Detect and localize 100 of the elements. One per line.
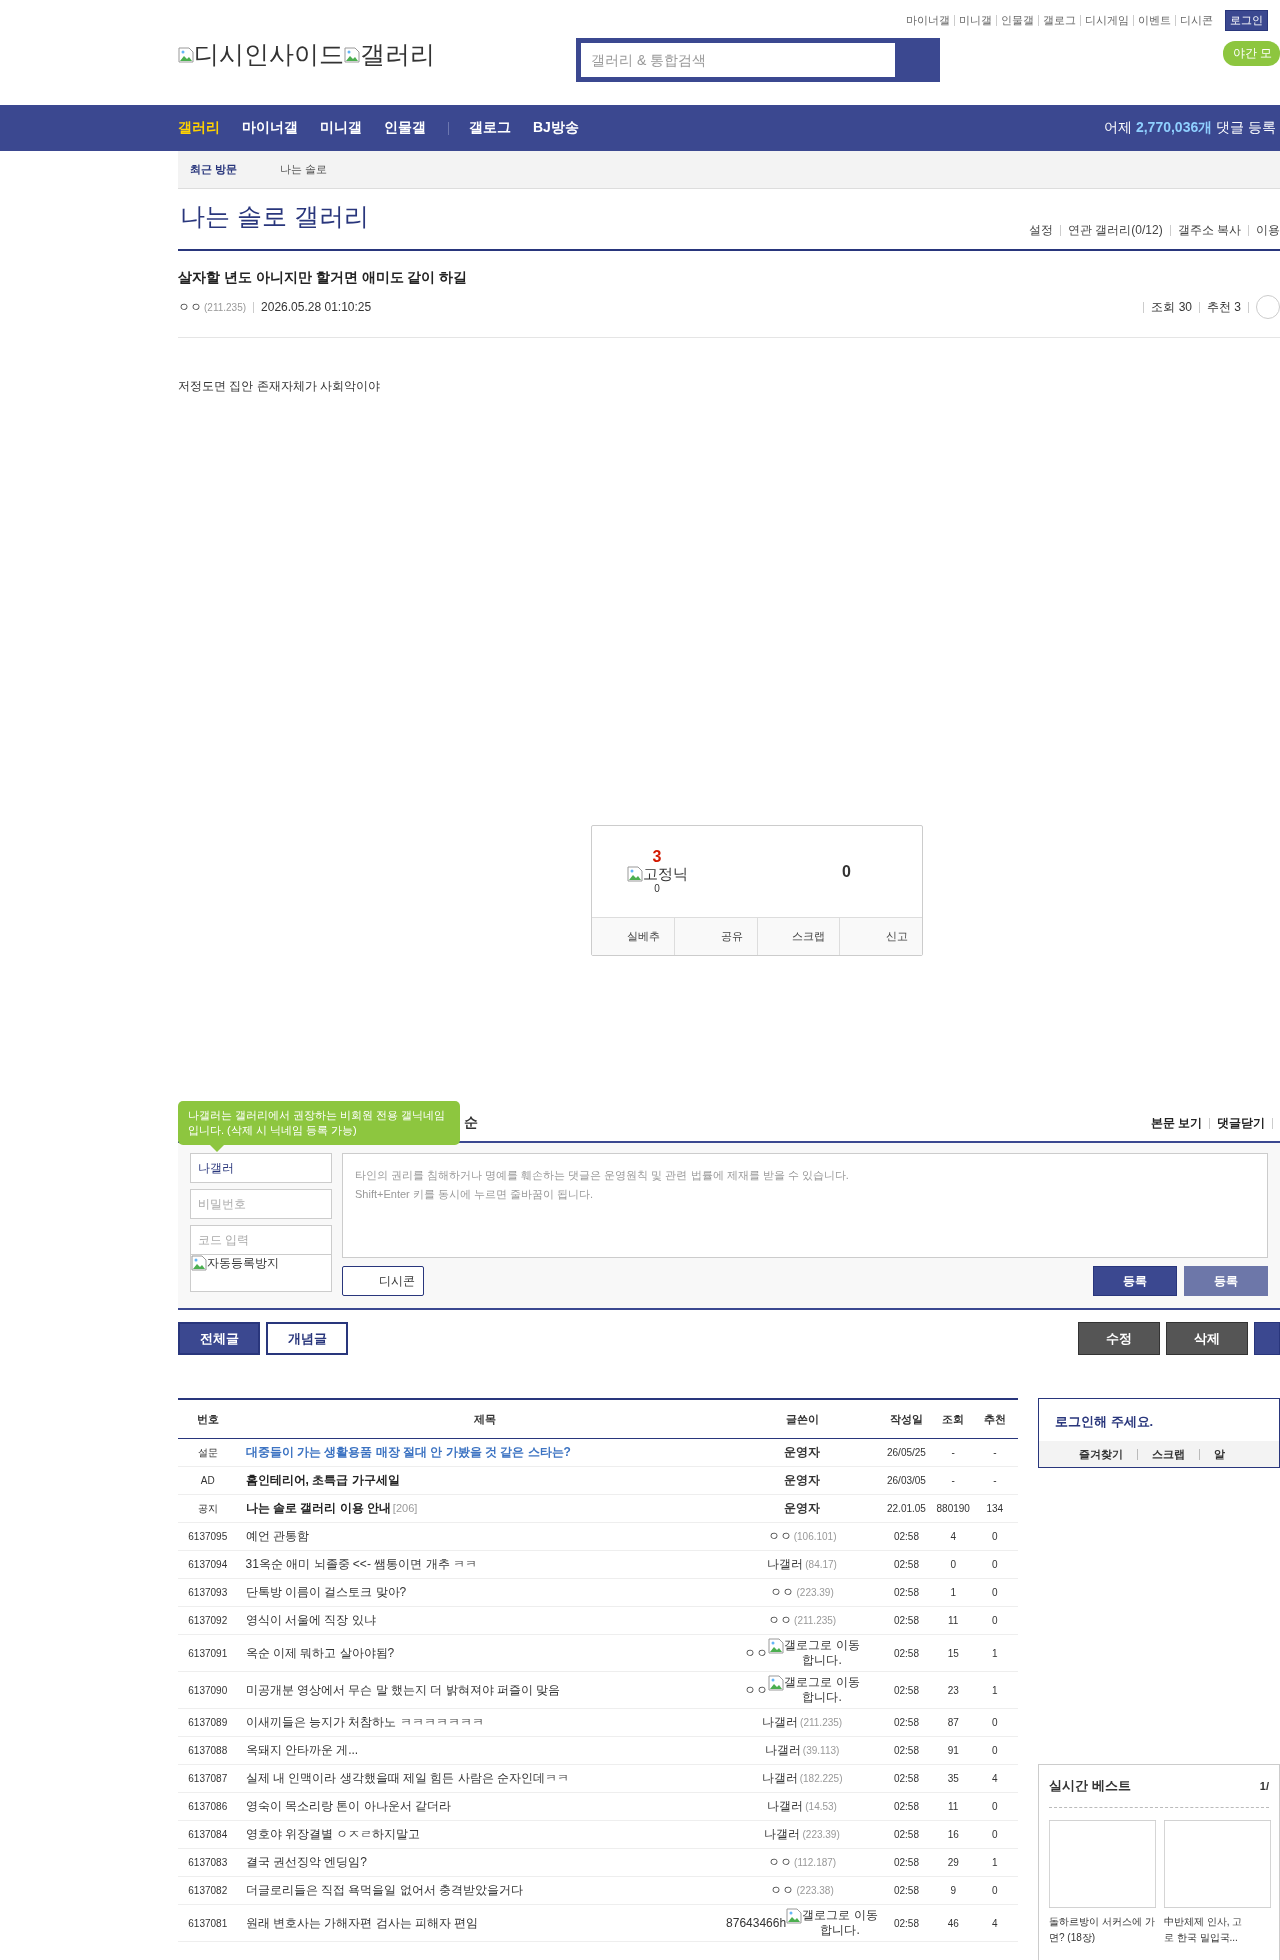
- comment-placeholder: 타인의 권리를 침해하거나 명예를 훼손하는 댓글은 운영원칙 및 관련 법률에 제재를 받을 수 있습니다.: [355, 1168, 850, 1183]
- post-body: 저정도면 집안 존재자체가 사회악이야: [178, 378, 381, 395]
- post-link[interactable]: 단톡방 이름이 걸스토크 맞아?: [245, 1585, 407, 1599]
- comment-stat: 어제 2,770,036개 댓글 등록: [1104, 119, 1276, 137]
- top-link[interactable]: 마이너갤: [906, 13, 950, 28]
- post-number: 6137084: [178, 1820, 238, 1849]
- writer-name[interactable]: ㅇㅇ: [768, 1612, 793, 1629]
- login-link[interactable]: 알: [1214, 1446, 1225, 1462]
- writer-name[interactable]: 운영자: [784, 1472, 821, 1489]
- nav-item[interactable]: 미니갤: [320, 119, 362, 137]
- post-link[interactable]: 원래 변호사는 가해자편 검사는 피해자 편임: [245, 1915, 479, 1930]
- list-tab[interactable]: 전체글: [178, 1322, 260, 1355]
- post-link[interactable]: 영식이 서울에 직장 있냐: [245, 1613, 376, 1627]
- writer-name[interactable]: 운영자: [784, 1444, 821, 1461]
- login-link[interactable]: 즐겨찾기: [1079, 1446, 1123, 1462]
- post-link[interactable]: 이새끼들은 능지가 처참하노 ㅋㅋㅋㅋㅋㅋㅋ: [245, 1715, 484, 1729]
- post-action-button[interactable]: 신고: [839, 918, 922, 955]
- login-button[interactable]: 로그인: [1225, 10, 1268, 31]
- column-header: 조회: [934, 1399, 972, 1439]
- top-link[interactable]: 인물갤: [1001, 13, 1034, 28]
- search-button[interactable]: [895, 41, 937, 79]
- gallery-title[interactable]: 나는 솔로 갤러리: [180, 200, 1029, 233]
- write-button[interactable]: [1254, 1322, 1280, 1355]
- post-link[interactable]: 홈인테리어, 초특급 가구세일: [245, 1473, 400, 1487]
- password-field[interactable]: 비밀번호: [190, 1189, 332, 1219]
- writer-name[interactable]: 나갤러: [764, 1826, 801, 1843]
- writer-ip: (223.39): [796, 1587, 834, 1598]
- post-link[interactable]: 영숙이 목소리랑 톤이 아나운서 같더라: [245, 1799, 451, 1813]
- writer-name[interactable]: 나갤러: [762, 1714, 799, 1731]
- writer-ip: (106.101): [793, 1531, 837, 1542]
- gallery-link[interactable]: 이용: [1256, 222, 1280, 239]
- post-action-button[interactable]: 공유: [673, 918, 757, 955]
- writer-name[interactable]: 나갤러: [764, 1742, 801, 1759]
- gallog-link[interactable]: 갤로그로 이동합니다.: [768, 1635, 861, 1671]
- gallery-link[interactable]: 설정: [1028, 222, 1053, 239]
- fixed-nick-count: 0: [654, 883, 660, 894]
- top-link[interactable]: 이벤트: [1138, 13, 1171, 28]
- submit-recommend-button[interactable]: 등록: [1184, 1266, 1268, 1296]
- comment-link[interactable]: 본문 보기: [1150, 1114, 1202, 1132]
- writer-name[interactable]: ㅇㅇ: [744, 1681, 769, 1699]
- search-field[interactable]: 갤러리 & 통합검색: [576, 38, 940, 82]
- view-count: 11: [934, 1792, 972, 1821]
- post-link[interactable]: 대중들이 가는 생활용품 매장 절대 안 가봤을 것 같은 스타는?: [245, 1445, 571, 1459]
- post-link[interactable]: 영호야 위장결별 ㅇㅈㄹ하지말고: [245, 1827, 421, 1841]
- submit-button[interactable]: 등록: [1093, 1266, 1177, 1296]
- writer-name[interactable]: ㅇㅇ: [770, 1584, 795, 1601]
- post-link[interactable]: 옥돼지 안타까운 게...: [245, 1743, 359, 1757]
- post-link[interactable]: 미공개분 영상에서 무슨 말 했는지 더 밝혀져야 퍼즐이 맞음: [245, 1682, 561, 1697]
- post-edit-button[interactable]: 수정: [1078, 1322, 1160, 1355]
- nav-item[interactable]: 마이너갤: [242, 119, 298, 137]
- recent-item[interactable]: 나는 솔로: [280, 162, 328, 177]
- writer-name[interactable]: 나갤러: [761, 1770, 798, 1787]
- writer-name[interactable]: ㅇㅇ: [770, 1882, 795, 1899]
- post-number: 6137089: [178, 1708, 238, 1737]
- writer-name[interactable]: ㅇㅇ: [768, 1854, 793, 1871]
- post-link[interactable]: 31옥순 애미 뇌졸중 <<- 쌤통이면 개추 ㅋㅋ: [245, 1557, 477, 1571]
- post-link[interactable]: 예언 관통함: [245, 1529, 309, 1543]
- column-header: 추천: [971, 1399, 1018, 1439]
- post-link[interactable]: 옥순 이제 뭐하고 살아야됨?: [245, 1645, 395, 1660]
- post-writer[interactable]: ㅇㅇ: [178, 298, 202, 316]
- nav-item[interactable]: BJ방송: [533, 119, 579, 137]
- post-action-button[interactable]: 실베추: [592, 918, 674, 955]
- view-count: 91: [934, 1736, 972, 1765]
- nav-item[interactable]: 인물갤: [384, 119, 426, 137]
- writer-name[interactable]: ㅇㅇ: [744, 1644, 769, 1662]
- writer-name[interactable]: 87643466h: [726, 1916, 787, 1930]
- site-logo[interactable]: 디시인사이드 갤러리: [178, 38, 435, 71]
- post-edit-button[interactable]: 삭제: [1166, 1322, 1248, 1355]
- top-link[interactable]: 디시콘: [1180, 13, 1213, 28]
- post-link[interactable]: 나는 솔로 갤러리 이용 안내: [245, 1501, 391, 1515]
- post-link[interactable]: 결국 권선징악 엔딩임?: [245, 1855, 367, 1869]
- top-link[interactable]: 갤로그: [1043, 13, 1076, 28]
- writer-name[interactable]: 운영자: [784, 1500, 821, 1517]
- top-link[interactable]: 디시게임: [1085, 13, 1129, 28]
- gallery-link[interactable]: 연관 갤러리(0/12): [1067, 222, 1163, 239]
- comment-link[interactable]: 댓글닫기: [1217, 1114, 1265, 1132]
- post-link[interactable]: 더글로리들은 직접 욕먹을일 없어서 충격받았을거다: [245, 1883, 523, 1897]
- view-count: -: [934, 1438, 972, 1467]
- gallog-link[interactable]: 갤로그로 이동합니다.: [786, 1905, 879, 1941]
- name-field[interactable]: 나갤러: [190, 1153, 332, 1183]
- nav-item[interactable]: 갤러리: [178, 119, 220, 137]
- writer-name[interactable]: 나갤러: [767, 1798, 804, 1815]
- gallery-link[interactable]: 갤주소 복사: [1177, 222, 1241, 239]
- list-tab[interactable]: 개념글: [266, 1322, 348, 1355]
- login-prompt[interactable]: 로그인해 주세요.: [1039, 1399, 1279, 1441]
- login-link[interactable]: 스크랩: [1152, 1446, 1185, 1462]
- dccon-button[interactable]: 디시콘: [342, 1266, 424, 1296]
- best-post-link[interactable]: 돌하르방이 서커스에 가 면? (18장): [1049, 1914, 1156, 1946]
- top-link[interactable]: 미니갤: [959, 13, 992, 28]
- best-post-link[interactable]: 中반체제 인사, 고 로 한국 밀입국...: [1164, 1914, 1271, 1946]
- post-number: 6137082: [178, 1876, 238, 1905]
- post-action-button[interactable]: 스크랩: [756, 918, 840, 955]
- writer-name[interactable]: ㅇㅇ: [767, 1528, 792, 1545]
- nav-item[interactable]: 갤로그: [469, 119, 511, 137]
- post-date: 02:58: [878, 1634, 935, 1672]
- post-date: 26/03/05: [878, 1466, 935, 1495]
- gallog-link[interactable]: 갤로그로 이동합니다.: [768, 1672, 861, 1708]
- post-link[interactable]: 실제 내 인맥이라 생각했을때 제일 힘든 사람은 순자인데ㅋㅋ: [245, 1771, 569, 1785]
- recommend-count: 추천 3: [1207, 298, 1241, 316]
- writer-name[interactable]: 나갤러: [767, 1556, 804, 1573]
